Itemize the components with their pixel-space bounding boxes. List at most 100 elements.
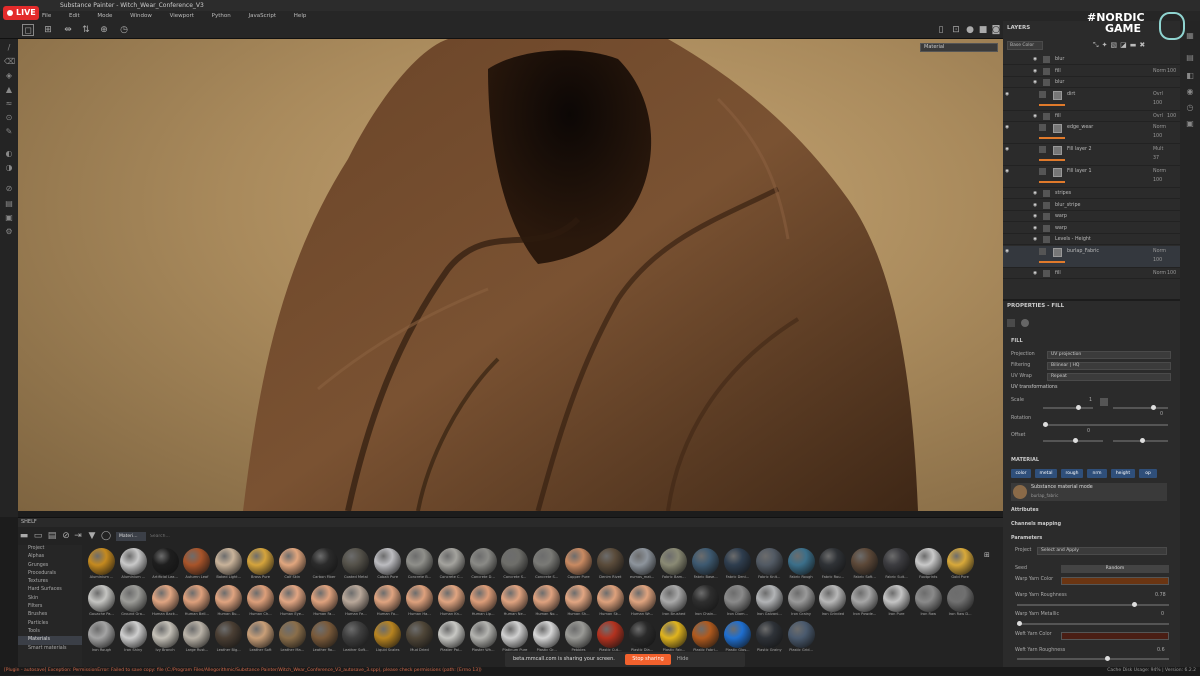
visibility-eye-icon[interactable]: ◉ xyxy=(1033,188,1037,199)
material-tile[interactable]: Iron Galvani... xyxy=(754,584,785,621)
menu-mode[interactable]: Mode xyxy=(97,13,112,19)
layout-icon[interactable]: ▯ xyxy=(935,24,947,36)
filter-icon[interactable]: ▼ xyxy=(86,530,98,542)
channel-select[interactable]: Base Color xyxy=(1007,41,1043,50)
symmetry-y-icon[interactable]: ⇅ xyxy=(80,24,92,36)
material-tile[interactable]: Concrete D... xyxy=(468,548,499,584)
material-tile[interactable]: Iron Chain... xyxy=(690,584,721,621)
material-tile[interactable]: Carbon Fiber xyxy=(309,548,340,584)
visibility-eye-icon[interactable]: ◉ xyxy=(1033,268,1037,279)
material-tile[interactable]: Baked Light... xyxy=(213,548,244,584)
grid-icon[interactable]: ⊞ xyxy=(42,24,54,36)
layer-row[interactable]: ◉ warp xyxy=(1003,211,1180,222)
weft-roughness-slider[interactable] xyxy=(1017,656,1169,661)
material-tile[interactable]: Human Fa... xyxy=(309,584,340,621)
material-tile[interactable]: Concrete S... xyxy=(531,548,562,584)
material-tile[interactable]: Fabric Rou... xyxy=(817,548,848,584)
layer-row[interactable]: ◉ stripes xyxy=(1003,188,1180,199)
layer-blend[interactable]: Norm xyxy=(1153,66,1166,77)
material-tile[interactable]: Aluminium ... xyxy=(86,548,117,584)
material-tile[interactable]: Iron Brushed xyxy=(658,584,689,621)
log-icon[interactable]: ▣ xyxy=(1185,119,1195,129)
projection-dropdown[interactable]: UV projection xyxy=(1047,351,1171,359)
shelf-category[interactable]: Particles xyxy=(18,620,82,628)
visibility-eye-icon[interactable]: ◉ xyxy=(1033,211,1037,222)
layer-row[interactable]: ◉ fill Ovrl 100 xyxy=(1003,111,1180,122)
material-tile[interactable]: Coated Metal xyxy=(340,548,371,584)
material-tile[interactable]: Human Lip... xyxy=(468,584,499,621)
menu-viewport[interactable]: Viewport xyxy=(170,13,194,19)
material-tile[interactable]: Calf Skin xyxy=(277,548,308,584)
material-tile[interactable]: Footprints xyxy=(913,548,944,584)
annotation-icon[interactable]: ▤ xyxy=(4,199,14,209)
material-tile[interactable]: Gold Pure xyxy=(945,548,976,584)
layer-row[interactable]: ◉ blur xyxy=(1003,77,1180,88)
layer-opacity[interactable]: 100 xyxy=(1153,255,1162,267)
add-icon[interactable]: ⊕ xyxy=(98,24,110,36)
picker-icon[interactable]: ✎ xyxy=(4,127,14,137)
material-tile[interactable]: Plastic Grid... xyxy=(786,621,817,657)
clone-icon[interactable]: ⊙ xyxy=(4,113,14,123)
shelf-search-input[interactable] xyxy=(150,532,350,541)
menu-javascript[interactable]: JavaScript xyxy=(248,13,276,19)
material-tile[interactable]: Iron Grinded xyxy=(817,584,848,621)
layer-opacity[interactable]: 100 xyxy=(1167,268,1176,279)
visibility-eye-icon[interactable]: ◉ xyxy=(1033,77,1037,88)
visibility-eye-icon[interactable]: ◉ xyxy=(1033,200,1037,211)
shelf-category[interactable]: Materials xyxy=(18,636,82,645)
visibility-eye-icon[interactable]: ◉ xyxy=(1005,89,1009,101)
hide-icon[interactable]: ⊘ xyxy=(60,530,72,542)
shelf-category[interactable]: Grunges xyxy=(18,562,82,570)
layer-blend[interactable]: Ovrl xyxy=(1153,111,1163,122)
scale-lock-icon[interactable] xyxy=(1100,398,1108,406)
material-tile[interactable]: Human Sh... xyxy=(563,584,594,621)
material-tile[interactable]: Iron Powde... xyxy=(849,584,880,621)
shelf-category[interactable]: Skin xyxy=(18,595,82,603)
paint-tool-icon[interactable]: ◻ xyxy=(22,24,34,36)
channel-nrm[interactable]: nrm xyxy=(1087,469,1107,478)
material-tile[interactable]: Artificial Lea... xyxy=(150,548,181,584)
material-tile[interactable]: Concrete B... xyxy=(404,548,435,584)
layer-row[interactable]: ◉ fill Norm 100 xyxy=(1003,66,1180,77)
menu-help[interactable]: Help xyxy=(294,13,307,19)
material-tile[interactable]: Human Ne... xyxy=(499,584,530,621)
visibility-eye-icon[interactable]: ◉ xyxy=(1033,223,1037,234)
shelf-category[interactable]: Alphas xyxy=(18,553,82,561)
material-tile[interactable]: Fabric Suit... xyxy=(881,548,912,584)
bake-icon[interactable]: ◑ xyxy=(4,163,14,173)
filtering-dropdown[interactable]: Bilinear | HQ xyxy=(1047,362,1171,370)
material-tile[interactable]: Ivy Branch xyxy=(150,621,181,657)
material-tile[interactable]: Leather Soft... xyxy=(340,621,371,657)
layer-row[interactable]: ◉ burlap_Fabric Norm 100 xyxy=(1003,245,1180,268)
clock-icon[interactable]: ◷ xyxy=(118,24,130,36)
warp-metallic-slider[interactable] xyxy=(1017,621,1169,626)
material-tile[interactable]: Mud Dried xyxy=(404,621,435,657)
project-dropdown[interactable]: Select and Apply xyxy=(1037,547,1167,555)
layer-row[interactable]: ◉ blur_stripe xyxy=(1003,200,1180,211)
material-tile[interactable]: Iron Raw xyxy=(913,584,944,621)
smudge-icon[interactable]: ≈ xyxy=(4,99,14,109)
uvwrap-dropdown[interactable]: Repeat xyxy=(1047,373,1171,381)
environment-icon[interactable]: ● xyxy=(964,24,976,36)
new-folder-icon[interactable]: ▭ xyxy=(32,530,44,542)
material-tile[interactable]: Human Ha... xyxy=(404,584,435,621)
layer-opacity[interactable]: 100 xyxy=(1153,98,1162,110)
projection-icon[interactable]: ◈ xyxy=(4,71,14,81)
rotation-slider[interactable] xyxy=(1043,422,1168,427)
visibility-eye-icon[interactable]: ◉ xyxy=(1033,234,1037,245)
viewport-mode-select[interactable]: Material xyxy=(920,43,998,52)
material-tile[interactable]: Fabric Soft... xyxy=(849,548,880,584)
import-icon[interactable]: ▤ xyxy=(46,530,58,542)
visibility-eye-icon[interactable]: ◉ xyxy=(1005,122,1009,134)
uv-transform-header[interactable]: UV transformations xyxy=(1011,385,1057,390)
layer-row[interactable]: ◉ warp xyxy=(1003,223,1180,234)
layer-row[interactable]: ◉ Levels - Height xyxy=(1003,234,1180,245)
shader-icon[interactable]: ◉ xyxy=(1185,87,1195,97)
material-tile[interactable]: Large Rust... xyxy=(181,621,212,657)
material-tile[interactable]: Brass Pure xyxy=(245,548,276,584)
material-tile[interactable]: Fabric Base... xyxy=(690,548,721,584)
brush-icon[interactable]: / xyxy=(4,43,14,53)
layer-row[interactable]: ◉ Fill layer 2 Mult 37 xyxy=(1003,144,1180,166)
material-tile[interactable]: Plaster Wh... xyxy=(468,621,499,657)
visibility-eye-icon[interactable]: ◉ xyxy=(1005,144,1009,156)
